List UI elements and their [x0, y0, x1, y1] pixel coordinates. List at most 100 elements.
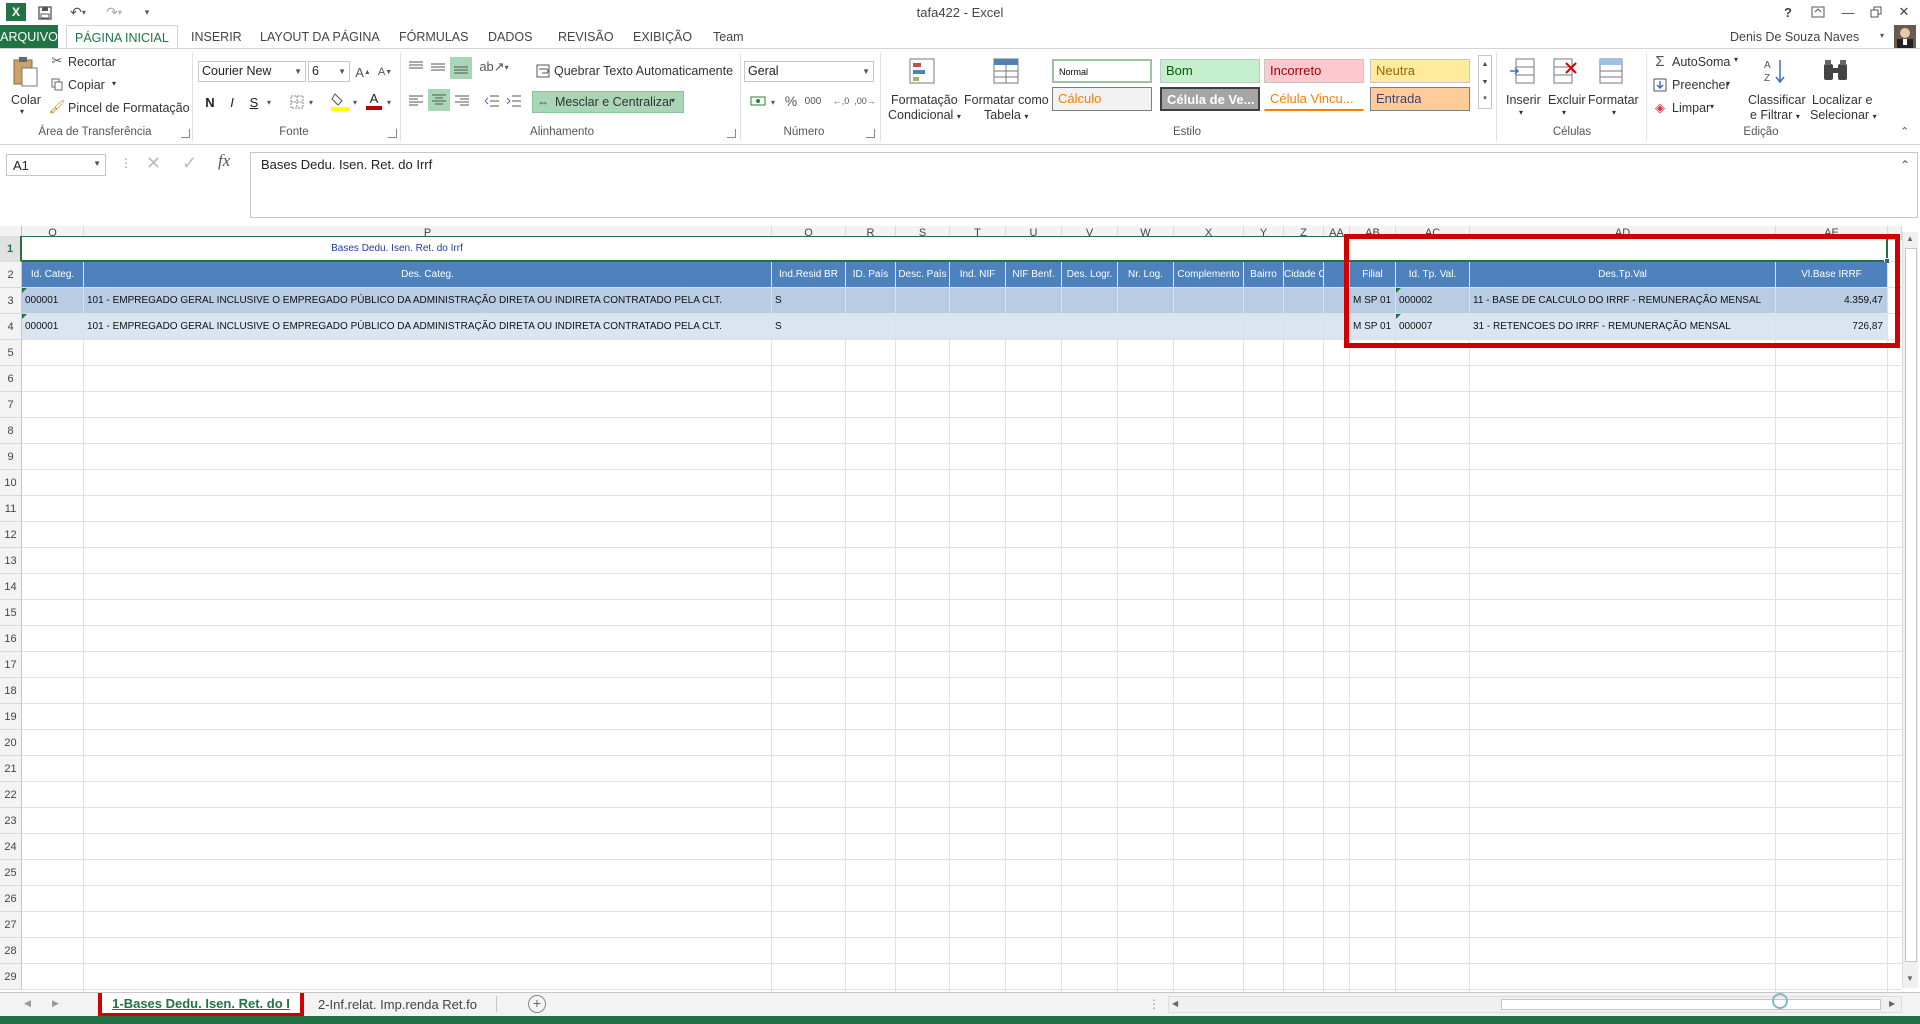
- decrease-decimal-icon[interactable]: ,00→: [854, 91, 876, 111]
- copy-chevron-icon[interactable]: ▾: [112, 79, 116, 88]
- data-cell-r4-o[interactable]: 000001: [22, 314, 83, 339]
- find-select-line1[interactable]: Localizar e: [1812, 93, 1872, 107]
- row-header-15[interactable]: 15: [0, 600, 22, 626]
- data-cell-r3-q[interactable]: S: [772, 288, 845, 313]
- header-cell-s[interactable]: Desc. País: [896, 262, 949, 287]
- row-header-10[interactable]: 10: [0, 470, 22, 496]
- paste-chevron-icon[interactable]: ▾: [20, 107, 24, 116]
- delete-cells-button[interactable]: Excluir: [1548, 93, 1586, 107]
- sort-filter-line1[interactable]: Classificar: [1748, 93, 1806, 107]
- data-cell-r3-r[interactable]: [846, 288, 895, 313]
- data-cell-r4-t[interactable]: [950, 314, 1005, 339]
- font-size-select[interactable]: 6 ▼: [308, 61, 350, 82]
- data-cell-r4-w[interactable]: [1118, 314, 1173, 339]
- data-cell-r4-y[interactable]: [1244, 314, 1283, 339]
- minimize-button[interactable]: —: [1836, 2, 1860, 22]
- decrease-indent-icon[interactable]: [482, 91, 502, 111]
- row-header-5[interactable]: 5: [0, 340, 22, 366]
- header-cell-ae[interactable]: Vl.Base IRRF: [1776, 262, 1887, 287]
- align-middle-icon[interactable]: [428, 57, 448, 77]
- add-sheet-icon[interactable]: +: [528, 995, 546, 1013]
- scroll-right-icon[interactable]: ▶: [1889, 999, 1895, 1008]
- borders-icon[interactable]: [288, 93, 306, 111]
- row-header-29[interactable]: 29: [0, 964, 22, 990]
- format-as-table-line1[interactable]: Formatar como: [964, 93, 1049, 107]
- row-header-14[interactable]: 14: [0, 574, 22, 600]
- cell-style-5[interactable]: Cálculo: [1052, 87, 1152, 111]
- user-menu-chevron-icon[interactable]: ▾: [1880, 31, 1884, 40]
- row-header-6[interactable]: 6: [0, 366, 22, 392]
- row-header-18[interactable]: 18: [0, 678, 22, 704]
- insert-chevron-icon[interactable]: ▾: [1519, 108, 1523, 117]
- alignment-launcher-icon[interactable]: [727, 129, 736, 138]
- data-cell-r3-w[interactable]: [1118, 288, 1173, 313]
- data-cell-r4-r[interactable]: [846, 314, 895, 339]
- tab-formulas[interactable]: FÓRMULAS: [391, 25, 476, 49]
- cell-style-8[interactable]: Entrada: [1370, 87, 1470, 111]
- data-cell-r3-v[interactable]: [1062, 288, 1117, 313]
- help-button[interactable]: ?: [1776, 2, 1800, 22]
- data-cell-r3-ab[interactable]: M SP 01: [1350, 288, 1395, 313]
- align-top-icon[interactable]: [406, 57, 426, 77]
- avatar[interactable]: [1894, 25, 1916, 49]
- grow-font-icon[interactable]: A ▲: [354, 63, 372, 81]
- header-cell-z[interactable]: Cidade CE: [1284, 262, 1323, 287]
- horizontal-scrollbar[interactable]: ◀ ▶: [1168, 996, 1902, 1013]
- paste-icon[interactable]: [8, 55, 42, 89]
- tab-team[interactable]: Team: [705, 25, 752, 49]
- format-chevron-icon[interactable]: ▾: [1612, 108, 1616, 117]
- autosum-icon[interactable]: Σ: [1652, 53, 1668, 70]
- data-cell-r4-q[interactable]: S: [772, 314, 845, 339]
- row-header-7[interactable]: 7: [0, 392, 22, 418]
- cell-style-4[interactable]: Neutra: [1370, 59, 1470, 83]
- wrap-text-icon[interactable]: [534, 63, 552, 79]
- conditional-formatting-line2[interactable]: Condicional ▾: [888, 108, 961, 122]
- tab-pagina-inicial[interactable]: PÁGINA INICIAL: [66, 25, 178, 50]
- shrink-font-icon[interactable]: A ▼: [376, 63, 394, 81]
- number-format-select[interactable]: Geral ▼: [744, 61, 874, 82]
- sort-filter-icon[interactable]: AZ: [1760, 55, 1790, 87]
- font-color-chevron-icon[interactable]: ▾: [384, 95, 394, 109]
- data-cell-r3-s[interactable]: [896, 288, 949, 313]
- align-center-icon[interactable]: [428, 89, 450, 111]
- header-cell-aa[interactable]: [1324, 262, 1349, 287]
- row-header-16[interactable]: 16: [0, 626, 22, 652]
- find-select-icon[interactable]: [1820, 55, 1852, 87]
- conditional-formatting-line1[interactable]: Formatação: [891, 93, 958, 107]
- cell-style-3[interactable]: Incorreto: [1264, 59, 1364, 83]
- font-color-icon[interactable]: A: [364, 91, 384, 111]
- row-header-20[interactable]: 20: [0, 730, 22, 756]
- delete-cells-icon[interactable]: [1550, 55, 1580, 87]
- vertical-scrollbar[interactable]: ▲ ▼: [1902, 232, 1918, 988]
- row-header-21[interactable]: 21: [0, 756, 22, 782]
- cell-style-1[interactable]: Normal: [1052, 59, 1152, 83]
- fill-color-chevron-icon[interactable]: ▾: [350, 95, 360, 109]
- row-header-25[interactable]: 25: [0, 860, 22, 886]
- data-cell-r3-p[interactable]: 101 - EMPREGADO GERAL INCLUSIVE O EMPREG…: [84, 288, 771, 313]
- user-name[interactable]: Denis De Souza Naves: [1730, 30, 1859, 44]
- row-header-8[interactable]: 8: [0, 418, 22, 444]
- conditional-formatting-icon[interactable]: [906, 55, 938, 87]
- data-cell-r4-u[interactable]: [1006, 314, 1061, 339]
- delete-chevron-icon[interactable]: ▾: [1562, 108, 1566, 117]
- scroll-down-icon[interactable]: ▼: [1906, 974, 1914, 983]
- number-launcher-icon[interactable]: [866, 129, 875, 138]
- collapse-formula-bar-icon[interactable]: ⌃: [1900, 158, 1910, 172]
- insert-function-icon[interactable]: fx: [218, 151, 230, 171]
- header-cell-u[interactable]: NIF Benf.: [1006, 262, 1061, 287]
- header-cell-p[interactable]: Des. Categ.: [84, 262, 771, 287]
- restore-button[interactable]: [1864, 2, 1888, 22]
- data-cell-r3-y[interactable]: [1244, 288, 1283, 313]
- format-painter-icon[interactable]: 🖌: [49, 99, 66, 114]
- data-cell-r3-ac[interactable]: 000002: [1396, 288, 1469, 313]
- row-header-13[interactable]: 13: [0, 548, 22, 574]
- row-header-17[interactable]: 17: [0, 652, 22, 678]
- row-header-3[interactable]: 3: [0, 288, 22, 314]
- paste-button[interactable]: Colar: [11, 93, 41, 107]
- data-cell-r4-ae[interactable]: 726,87: [1776, 314, 1887, 339]
- tab-split-grip-icon[interactable]: ⋮: [1148, 997, 1160, 1011]
- clear-button[interactable]: Limpar: [1672, 101, 1710, 115]
- tab-exibicao[interactable]: EXIBIÇÃO: [625, 25, 700, 49]
- tab-dados[interactable]: DADOS: [480, 25, 540, 49]
- data-cell-r3-ad[interactable]: 11 - BASE DE CALCULO DO IRRF - REMUNERAÇ…: [1470, 288, 1775, 313]
